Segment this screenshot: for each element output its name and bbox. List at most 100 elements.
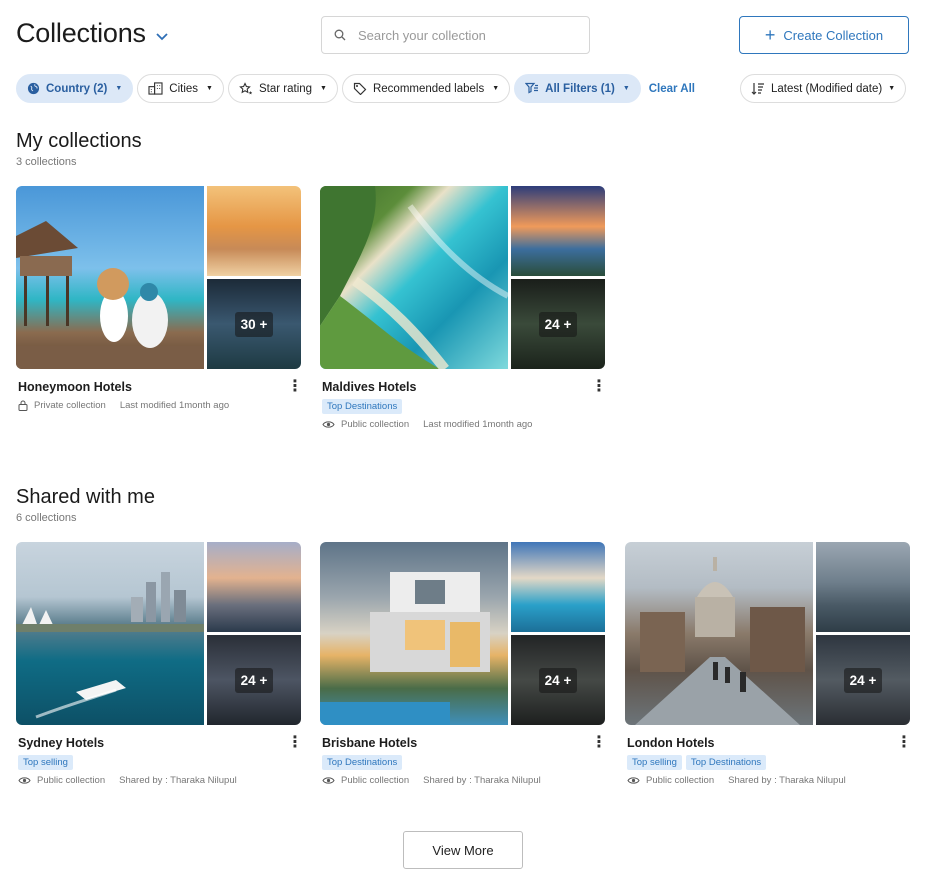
overwater-villa-illustration: [16, 221, 204, 369]
more-count-badge: 24 +: [538, 667, 578, 693]
sort-dropdown[interactable]: Latest (Modified date) ▼: [740, 74, 907, 103]
caret-down-icon: ▼: [115, 85, 123, 92]
filter-chip-star-rating[interactable]: Star rating ▼: [227, 74, 338, 103]
card-thumb-image: 24 +: [207, 635, 301, 725]
card-title[interactable]: Brisbane Hotels: [322, 736, 417, 750]
card-main-image: [320, 186, 510, 369]
card-main-image: [320, 542, 508, 725]
card-thumb-image: 24 +: [511, 635, 605, 725]
filter-chip-label: All Filters (1): [545, 82, 615, 95]
page-title-text: Collections: [16, 18, 146, 48]
card-title[interactable]: Honeymoon Hotels: [18, 380, 132, 394]
filter-chip-label: Star rating: [258, 82, 313, 95]
visibility-label: Private collection: [34, 400, 106, 411]
modified-label: Last modified 1month ago: [119, 400, 230, 411]
card-tag: Top Destinations: [322, 399, 403, 414]
card-title[interactable]: London Hotels: [627, 736, 715, 750]
card-thumb-image: [816, 542, 910, 632]
section-count-shared: 6 collections: [16, 512, 77, 524]
create-collection-label: Create Collection: [783, 27, 884, 43]
sort-label: Latest (Modified date): [771, 82, 883, 95]
collection-card-london[interactable]: 24 + London Hotels ⋮ Top selling Top Des…: [625, 542, 912, 786]
chevron-down-icon[interactable]: [156, 28, 168, 44]
more-options-icon[interactable]: ⋮: [896, 735, 912, 751]
filter-chip-label: Cities: [169, 82, 199, 95]
card-tag: Top selling: [18, 755, 73, 770]
tag-icon: [353, 82, 367, 95]
clear-all-link[interactable]: Clear All: [649, 83, 695, 95]
more-options-icon[interactable]: ⋮: [287, 379, 303, 395]
eye-icon: [322, 775, 335, 786]
card-image-mosaic[interactable]: 24 +: [625, 542, 910, 725]
visibility-label: Public collection: [341, 775, 410, 786]
caret-down-icon: ▼: [492, 85, 500, 92]
more-options-icon[interactable]: ⋮: [591, 735, 607, 751]
card-title[interactable]: Maldives Hotels: [322, 380, 416, 394]
card-thumb-image: [511, 186, 605, 276]
visibility-label: Public collection: [341, 419, 410, 430]
filter-chip-country[interactable]: Country (2) ▼: [16, 74, 134, 103]
visibility-label: Public collection: [646, 775, 715, 786]
card-image-mosaic[interactable]: 24 +: [320, 542, 605, 725]
section-title-my-collections: My collections: [16, 130, 142, 152]
search-box[interactable]: [321, 16, 590, 54]
visibility-label: Public collection: [37, 775, 106, 786]
card-thumb-image: 24 +: [511, 279, 605, 369]
more-options-icon[interactable]: ⋮: [287, 735, 303, 751]
globe-icon: [27, 82, 40, 95]
page-title[interactable]: Collections: [16, 18, 168, 49]
caret-down-icon: ▼: [622, 85, 630, 92]
filter-chip-label: Country (2): [46, 82, 108, 95]
shared-by-label: Shared by : Tharaka Nilupul: [119, 775, 237, 786]
coastline-illustration: [320, 186, 510, 369]
cathedral-illustration: [635, 557, 805, 725]
collection-card-maldives[interactable]: 24 + Maldives Hotels ⋮ Top Destinations …: [320, 186, 607, 430]
card-thumb-image: 24 +: [816, 635, 910, 725]
lock-icon: [18, 400, 28, 411]
search-icon: [334, 26, 346, 44]
caret-down-icon: ▼: [206, 85, 213, 92]
sort-icon: [751, 82, 765, 95]
collection-card-sydney[interactable]: 24 + Sydney Hotels ⋮ Top selling Public …: [16, 542, 303, 786]
harbour-illustration: [16, 572, 204, 719]
filter-chip-recommended-labels[interactable]: Recommended labels ▼: [341, 74, 511, 103]
modified-label: Last modified 1month ago: [423, 419, 533, 430]
collection-card-honeymoon[interactable]: 30 + Honeymoon Hotels ⋮ Private collecti…: [16, 186, 303, 411]
filter-chip-cities[interactable]: Cities ▼: [137, 74, 224, 103]
more-count-badge: 24 +: [234, 667, 274, 693]
modern-house-illustration: [320, 572, 490, 725]
section-title-shared: Shared with me: [16, 486, 155, 508]
shared-by-label: Shared by : Tharaka Nilupul: [423, 775, 541, 786]
city-icon: [148, 82, 163, 95]
card-thumb-image: [511, 542, 605, 632]
view-more-button[interactable]: View More: [403, 831, 523, 869]
more-count-badge: 30 +: [234, 311, 274, 337]
filter-icon: [525, 82, 539, 94]
card-thumb-image: [207, 542, 301, 632]
card-main-image: [625, 542, 813, 725]
eye-icon: [627, 775, 640, 786]
more-options-icon[interactable]: ⋮: [591, 379, 607, 395]
filter-chip-label: Recommended labels: [372, 82, 485, 95]
card-image-mosaic[interactable]: 24 +: [16, 542, 301, 725]
caret-down-icon: ▼: [320, 85, 327, 92]
star-rating-icon: [239, 81, 253, 96]
card-thumb-image: [207, 186, 301, 276]
card-tag: Top Destinations: [322, 755, 403, 770]
card-image-mosaic[interactable]: 24 +: [320, 186, 605, 369]
eye-icon: [322, 419, 335, 430]
card-image-mosaic[interactable]: 30 +: [16, 186, 301, 369]
card-tag: Top Destinations: [685, 755, 767, 770]
collection-card-brisbane[interactable]: 24 + Brisbane Hotels ⋮ Top Destinations …: [320, 542, 607, 786]
caret-down-icon: ▼: [888, 85, 896, 92]
more-count-badge: 24 +: [538, 311, 578, 337]
filter-bar: Country (2) ▼ Cities ▼ Star rating ▼ Rec…: [16, 74, 695, 103]
search-input[interactable]: [358, 27, 578, 43]
section-count-my-collections: 3 collections: [16, 156, 77, 168]
eye-icon: [18, 775, 31, 786]
card-title[interactable]: Sydney Hotels: [18, 736, 104, 750]
card-thumb-image: 30 +: [207, 279, 301, 369]
filter-chip-all-filters[interactable]: All Filters (1) ▼: [514, 74, 641, 103]
create-collection-button[interactable]: + Create Collection: [739, 16, 909, 54]
card-tag: Top selling: [627, 755, 682, 770]
